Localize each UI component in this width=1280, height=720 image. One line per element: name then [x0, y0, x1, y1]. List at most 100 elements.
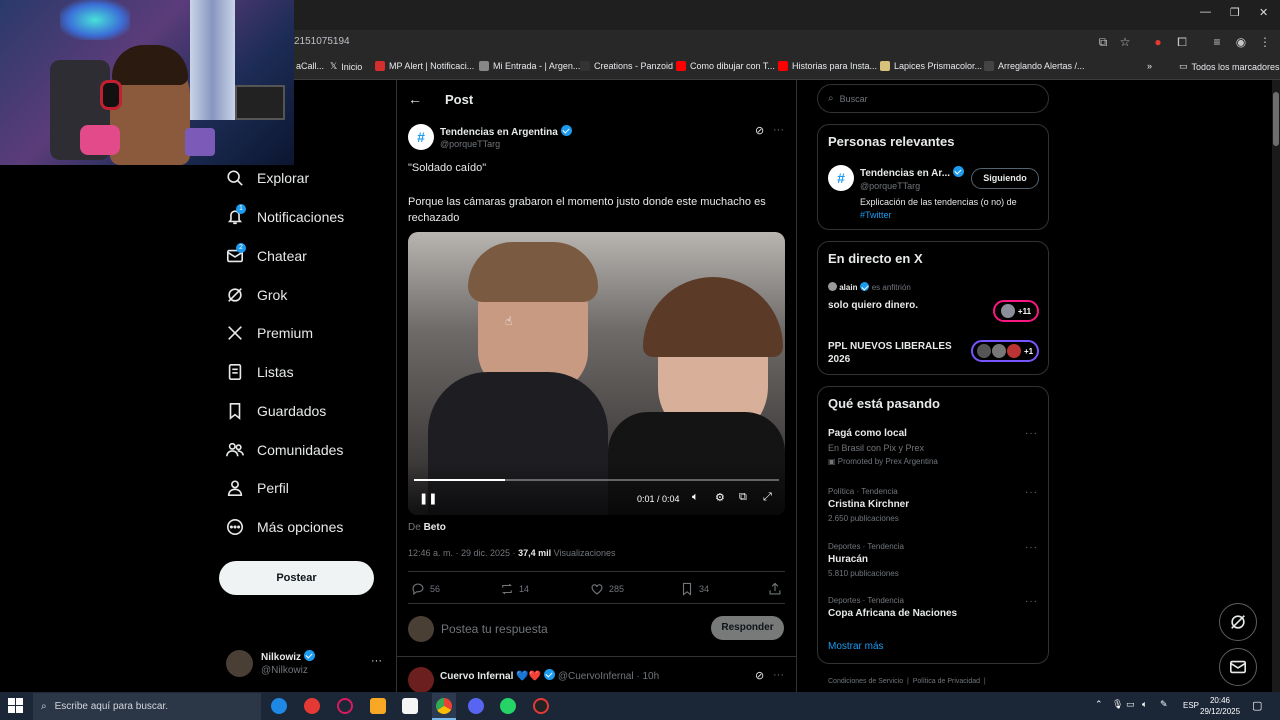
attribution-name[interactable]: Beto — [424, 522, 446, 533]
nav-premium[interactable]: Premium — [226, 318, 313, 348]
bookmark-item[interactable]: Creations - Panzoid — [580, 61, 673, 71]
live-space-title[interactable]: PPL NUEVOS LIBERALES 2026 — [828, 340, 958, 366]
microphone-icon[interactable]: 🎙︎ — [1112, 699, 1123, 710]
url-text[interactable]: 2151075194 — [294, 36, 350, 47]
post-button[interactable]: Postear — [219, 561, 374, 595]
bookmarks-overflow-button[interactable]: » — [1147, 61, 1152, 71]
account-switcher[interactable]: Nilkowiz @Nilkowiz ··· — [226, 648, 386, 680]
bookmark-item[interactable]: 𝕏 Inicio — [330, 61, 362, 72]
file-explorer-icon[interactable] — [370, 698, 386, 714]
taskbar-search[interactable]: ⌕ Escribe aquí para buscar. — [33, 693, 261, 720]
whatsapp-icon[interactable] — [500, 698, 516, 714]
terms-link[interactable]: Condiciones de Servicio — [828, 678, 903, 685]
reply-input[interactable]: Postea tu respuesta — [441, 622, 548, 636]
reply-author[interactable]: Cuervo Infernal 💙❤️ @CuervoInfernal · 10… — [440, 669, 659, 682]
nav-grok[interactable]: Grok — [226, 280, 287, 310]
show-more-link[interactable]: Mostrar más — [828, 641, 884, 652]
taskbar-search-input[interactable]: Escribe aquí para buscar. — [55, 701, 168, 712]
more-icon[interactable]: ··· — [1025, 428, 1038, 439]
media-icon[interactable]: ≡ — [1210, 35, 1224, 49]
volume-icon[interactable]: 🔈︎ — [1142, 699, 1147, 710]
reply-button[interactable]: 56 — [411, 582, 440, 596]
more-icon[interactable]: ··· — [773, 669, 784, 681]
settings-icon[interactable]: ⚙ — [715, 491, 725, 504]
relevant-avatar[interactable]: # — [828, 165, 854, 191]
close-icon[interactable]: ✕ — [1259, 6, 1268, 19]
back-arrow-icon[interactable]: ← — [408, 91, 422, 107]
trend-item[interactable]: Deportes · Tendencia Copa Africana de Na… — [828, 596, 1038, 619]
scrollbar-thumb[interactable] — [1273, 92, 1279, 146]
scrollbar-track[interactable] — [1272, 80, 1280, 692]
nav-comunidades[interactable]: Comunidades — [226, 435, 343, 465]
hashtag-link[interactable]: #Twitter — [860, 210, 892, 220]
star-icon[interactable]: ☆ — [1118, 35, 1132, 49]
volume-icon[interactable]: 🔈︎ — [692, 491, 699, 504]
more-icon[interactable]: ··· — [1025, 542, 1038, 553]
more-icon[interactable]: ··· — [1025, 596, 1038, 607]
following-button[interactable]: Siguiendo — [971, 168, 1039, 189]
search-box[interactable]: ⌕ Buscar — [817, 84, 1049, 113]
nav-listas[interactable]: Listas — [226, 357, 294, 387]
privacy-link[interactable]: Política de Privacidad — [913, 678, 980, 685]
opera-gx-icon[interactable] — [337, 698, 353, 714]
network-icon[interactable]: ▭ — [1126, 699, 1135, 710]
relevant-handle[interactable]: @porqueTTarg — [860, 181, 920, 191]
pause-icon[interactable]: ❚❚ — [419, 492, 437, 505]
edge-icon[interactable] — [271, 698, 287, 714]
windows-start-icon[interactable] — [8, 698, 23, 713]
all-bookmarks-folder[interactable]: ▭ Todos los marcadores — [1179, 61, 1280, 72]
install-app-icon[interactable]: ⧉ — [1096, 35, 1110, 49]
share-button[interactable] — [768, 582, 782, 596]
bookmark-item[interactable]: Mi Entrada - | Argen... — [479, 61, 580, 71]
nav-notificaciones[interactable]: 1 Notificaciones — [226, 202, 344, 232]
reply-submit-button[interactable]: Responder — [711, 616, 784, 640]
live-space-listeners[interactable]: +1 — [971, 340, 1039, 362]
taskbar-clock[interactable]: 20:46 29/12/2025 — [1200, 695, 1240, 717]
reply-author-avatar[interactable] — [408, 667, 434, 693]
extension-opera-icon[interactable]: ● — [1151, 35, 1165, 49]
relevant-name[interactable]: Tendencias en Ar... — [860, 166, 965, 179]
bookmark-item[interactable]: aCall... — [296, 61, 324, 71]
notification-center-icon[interactable]: ▢ — [1252, 699, 1262, 712]
nav-chatear[interactable]: 2 Chatear — [226, 241, 307, 271]
bookmark-button[interactable]: 34 — [680, 582, 709, 596]
minimize-icon[interactable]: — — [1200, 6, 1211, 18]
video-player[interactable]: ❚❚ 0:01 / 0:04 🔈︎ ⚙ ⧉ ⤢ — [408, 232, 785, 515]
trend-item[interactable]: Política · Tendencia Cristina Kirchner 2… — [828, 487, 1038, 523]
live-space-title[interactable]: solo quiero dinero. — [828, 300, 918, 311]
bookmark-item[interactable]: Historias para Insta... — [778, 61, 877, 71]
grok-icon[interactable]: ⊘ — [755, 124, 764, 137]
repost-button[interactable]: 14 — [500, 582, 529, 596]
video-progress-track[interactable] — [414, 479, 779, 481]
store-icon[interactable] — [402, 698, 418, 714]
search-input[interactable]: Buscar — [840, 94, 868, 104]
grok-fab-button[interactable] — [1219, 603, 1257, 641]
taskbar-active-app[interactable] — [432, 693, 456, 720]
account-more-icon[interactable]: ··· — [371, 655, 382, 667]
nav-explorar[interactable]: Explorar — [226, 163, 309, 193]
fullscreen-icon[interactable]: ⤢ — [763, 491, 772, 504]
nav-mas-opciones[interactable]: Más opciones — [226, 512, 343, 542]
like-button[interactable]: 285 — [590, 582, 624, 596]
profile-icon[interactable]: ◉ — [1234, 35, 1248, 49]
restore-icon[interactable]: ❐ — [1230, 6, 1240, 19]
nav-guardados[interactable]: Guardados — [226, 396, 326, 426]
more-icon[interactable]: ··· — [773, 124, 784, 136]
author-handle[interactable]: @porqueTTarg — [440, 139, 500, 149]
trend-item[interactable]: Deportes · Tendencia Huracán 5.810 publi… — [828, 542, 1038, 578]
live-host[interactable]: alain es anfitrión — [828, 282, 911, 292]
discord-icon[interactable] — [468, 698, 484, 714]
bookmark-item[interactable]: Arreglando Alertas /... — [984, 61, 1085, 71]
tray-chevron-icon[interactable]: ⌃ — [1095, 699, 1103, 710]
extensions-icon[interactable]: ⧠ — [1175, 35, 1189, 49]
author-avatar[interactable]: # — [408, 124, 434, 150]
more-icon[interactable]: ··· — [1025, 487, 1038, 498]
author-name[interactable]: Tendencias en Argentina — [440, 125, 572, 138]
bookmark-item[interactable]: Como dibujar con T... — [676, 61, 775, 71]
bookmark-item[interactable]: MP Alert | Notificaci... — [375, 61, 474, 71]
pip-icon[interactable]: ⧉ — [739, 491, 747, 504]
pen-icon[interactable]: ✎ — [1160, 699, 1168, 710]
menu-kebab-icon[interactable]: ⋮ — [1258, 35, 1272, 49]
language-indicator[interactable]: ESP — [1183, 701, 1199, 710]
messages-fab-button[interactable] — [1219, 648, 1257, 686]
